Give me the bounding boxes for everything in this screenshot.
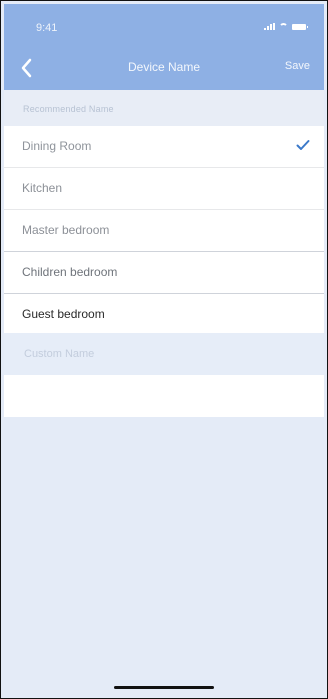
list-item-children-bedroom[interactable]: Children bedroom xyxy=(4,251,324,293)
recommended-name-list: Dining Room Kitchen Master bedroom Child… xyxy=(4,126,324,335)
phone-screen: 9:41 Device Name Save Recommended Name D… xyxy=(0,0,328,699)
header: 9:41 Device Name Save xyxy=(4,4,324,90)
section-header: Recommended Name xyxy=(4,90,324,126)
checkmark-icon xyxy=(296,139,310,151)
custom-name-row xyxy=(4,333,324,375)
list-item-label: Master bedroom xyxy=(22,223,110,237)
battery-icon xyxy=(292,23,308,30)
home-indicator xyxy=(114,686,214,689)
list-item-label: Children bedroom xyxy=(22,265,118,279)
custom-name-input[interactable] xyxy=(22,343,286,365)
status-time: 9:41 xyxy=(36,22,58,34)
list-item-kitchen[interactable]: Kitchen xyxy=(4,167,324,209)
list-item-master-bedroom[interactable]: Master bedroom xyxy=(4,209,324,251)
list-item-label: Dining Room xyxy=(22,139,92,153)
wifi-icon xyxy=(279,23,288,30)
list-item-dining-room[interactable]: Dining Room xyxy=(4,126,324,167)
list-item-label: Guest bedroom xyxy=(22,307,105,321)
list-item-label: Kitchen xyxy=(22,181,63,195)
status-icons xyxy=(264,23,308,30)
spacer xyxy=(4,375,324,417)
navigation-bar: Device Name Save xyxy=(4,48,324,90)
list-item-guest-bedroom[interactable]: Guest bedroom xyxy=(4,293,324,335)
signal-icon xyxy=(264,23,275,30)
section-title: Recommended Name xyxy=(23,104,114,114)
save-button[interactable]: Save xyxy=(285,60,310,72)
page-title: Device Name xyxy=(127,60,201,74)
status-bar: 9:41 xyxy=(4,4,324,48)
